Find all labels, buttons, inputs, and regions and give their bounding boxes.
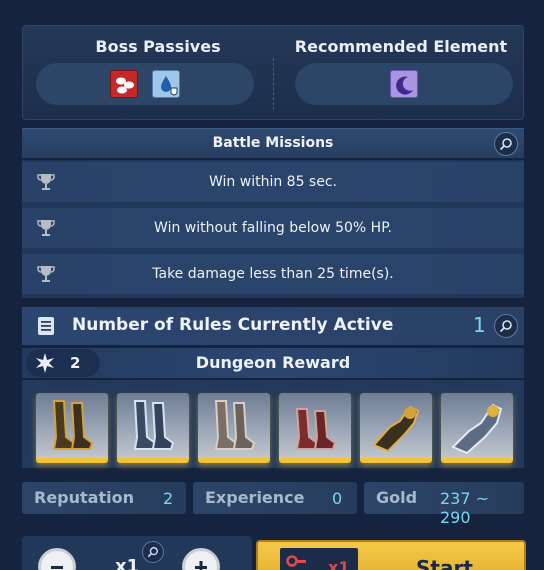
- gold-stat: Gold 237 ~ 290: [364, 482, 524, 527]
- recommended-element-title: Recommended Element: [294, 37, 508, 56]
- experience-stat: Experience 0: [193, 482, 357, 514]
- recommended-element-slot: [295, 63, 513, 105]
- boots-icon: [52, 400, 94, 450]
- rules-info-button[interactable]: [494, 314, 518, 338]
- reward-item-boots-gold[interactable]: [36, 393, 108, 463]
- dungeon-reward-title: Dungeon Reward: [195, 353, 351, 372]
- panel-divider: [273, 58, 274, 110]
- start-button[interactable]: x1 Start: [256, 540, 526, 570]
- key-cost-box: x1: [280, 548, 358, 570]
- minus-icon: [51, 566, 63, 569]
- count-info-button[interactable]: [142, 541, 164, 563]
- magnifier-icon: [147, 547, 158, 558]
- rules-document-icon: [38, 317, 54, 335]
- water-shield-icon[interactable]: [152, 70, 180, 98]
- battle-missions-header: Battle Missions: [22, 128, 524, 158]
- reputation-label: Reputation: [34, 488, 134, 507]
- gold-value: 237 ~ 290: [440, 489, 490, 527]
- reward-item-gauntlet-gold[interactable]: [360, 393, 432, 463]
- active-rules-label: Number of Rules Currently Active: [72, 315, 394, 335]
- stat-down-icon[interactable]: [110, 70, 138, 98]
- start-label: Start: [416, 556, 473, 570]
- reward-item-gauntlet-silver[interactable]: [441, 393, 513, 463]
- mission-text: Win within 85 sec.: [209, 174, 337, 190]
- mission-text: Take damage less than 25 time(s).: [152, 266, 394, 282]
- gauntlet-icon: [372, 405, 420, 453]
- mission-item: Win within 85 sec.: [22, 162, 524, 202]
- battle-missions-list: Win within 85 sec. Win without falling b…: [22, 160, 524, 298]
- boots-icon: [295, 408, 337, 450]
- mission-item: Win without falling below 50% HP.: [22, 208, 524, 248]
- gauntlet-icon: [451, 403, 503, 455]
- reputation-stat: Reputation 2: [22, 482, 186, 514]
- reward-item-boots-silver[interactable]: [117, 393, 189, 463]
- boss-passives-slot: [36, 63, 254, 105]
- reward-item-boots-red[interactable]: [279, 393, 351, 463]
- magnifier-icon: [499, 320, 512, 333]
- dungeon-reward-header: 2 Dungeon Reward: [22, 348, 524, 378]
- boss-passives-title: Boss Passives: [95, 37, 221, 56]
- run-multiplier: x1: [115, 556, 140, 570]
- reputation-value: 2: [163, 489, 174, 508]
- key-cost: x1: [328, 558, 350, 570]
- mission-item: Take damage less than 25 time(s).: [22, 254, 524, 294]
- active-rules-bar[interactable]: Number of Rules Currently Active 1: [22, 307, 524, 345]
- plus-icon: [195, 561, 207, 570]
- experience-value: 0: [332, 489, 343, 508]
- magnifier-icon: [499, 138, 512, 151]
- gold-label: Gold: [376, 488, 418, 507]
- mission-text: Win without falling below 50% HP.: [154, 220, 392, 236]
- experience-label: Experience: [205, 488, 305, 507]
- boots-icon: [133, 400, 175, 450]
- active-rules-count: 1: [473, 313, 486, 337]
- boots-icon: [214, 400, 256, 450]
- top-badge-icon: [35, 0, 51, 4]
- battle-missions-info-button[interactable]: [494, 132, 518, 156]
- boss-info-panel: Boss Passives Recommended Element: [22, 25, 524, 120]
- reward-item-boots-steel[interactable]: [198, 393, 270, 463]
- key-icon: [286, 555, 306, 567]
- dark-moon-element-icon[interactable]: [390, 70, 418, 98]
- battle-missions-title: Battle Missions: [212, 135, 334, 151]
